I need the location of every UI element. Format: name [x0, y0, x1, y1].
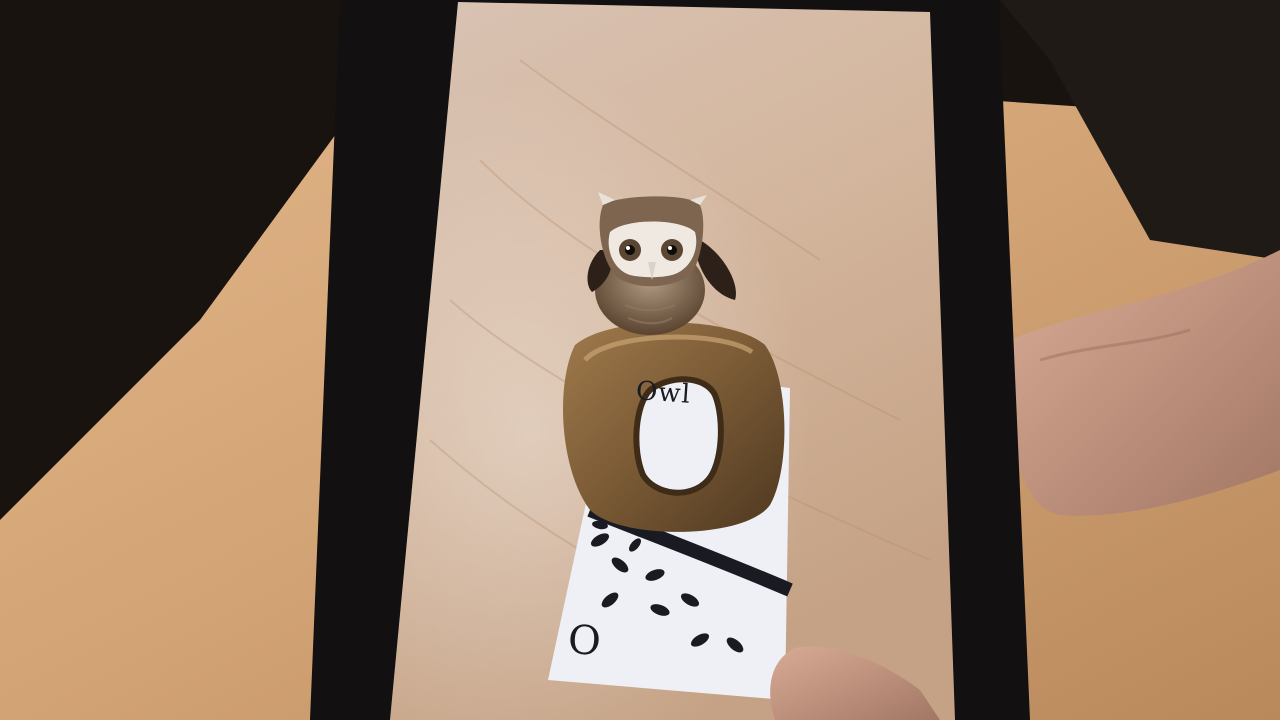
card-letter-o: O — [566, 617, 602, 665]
letter-o-3d — [563, 322, 785, 532]
card-word-owl: Owl — [635, 376, 692, 410]
photo-illustration — [0, 0, 1280, 720]
photo-scene: Owl O — [0, 0, 1280, 720]
